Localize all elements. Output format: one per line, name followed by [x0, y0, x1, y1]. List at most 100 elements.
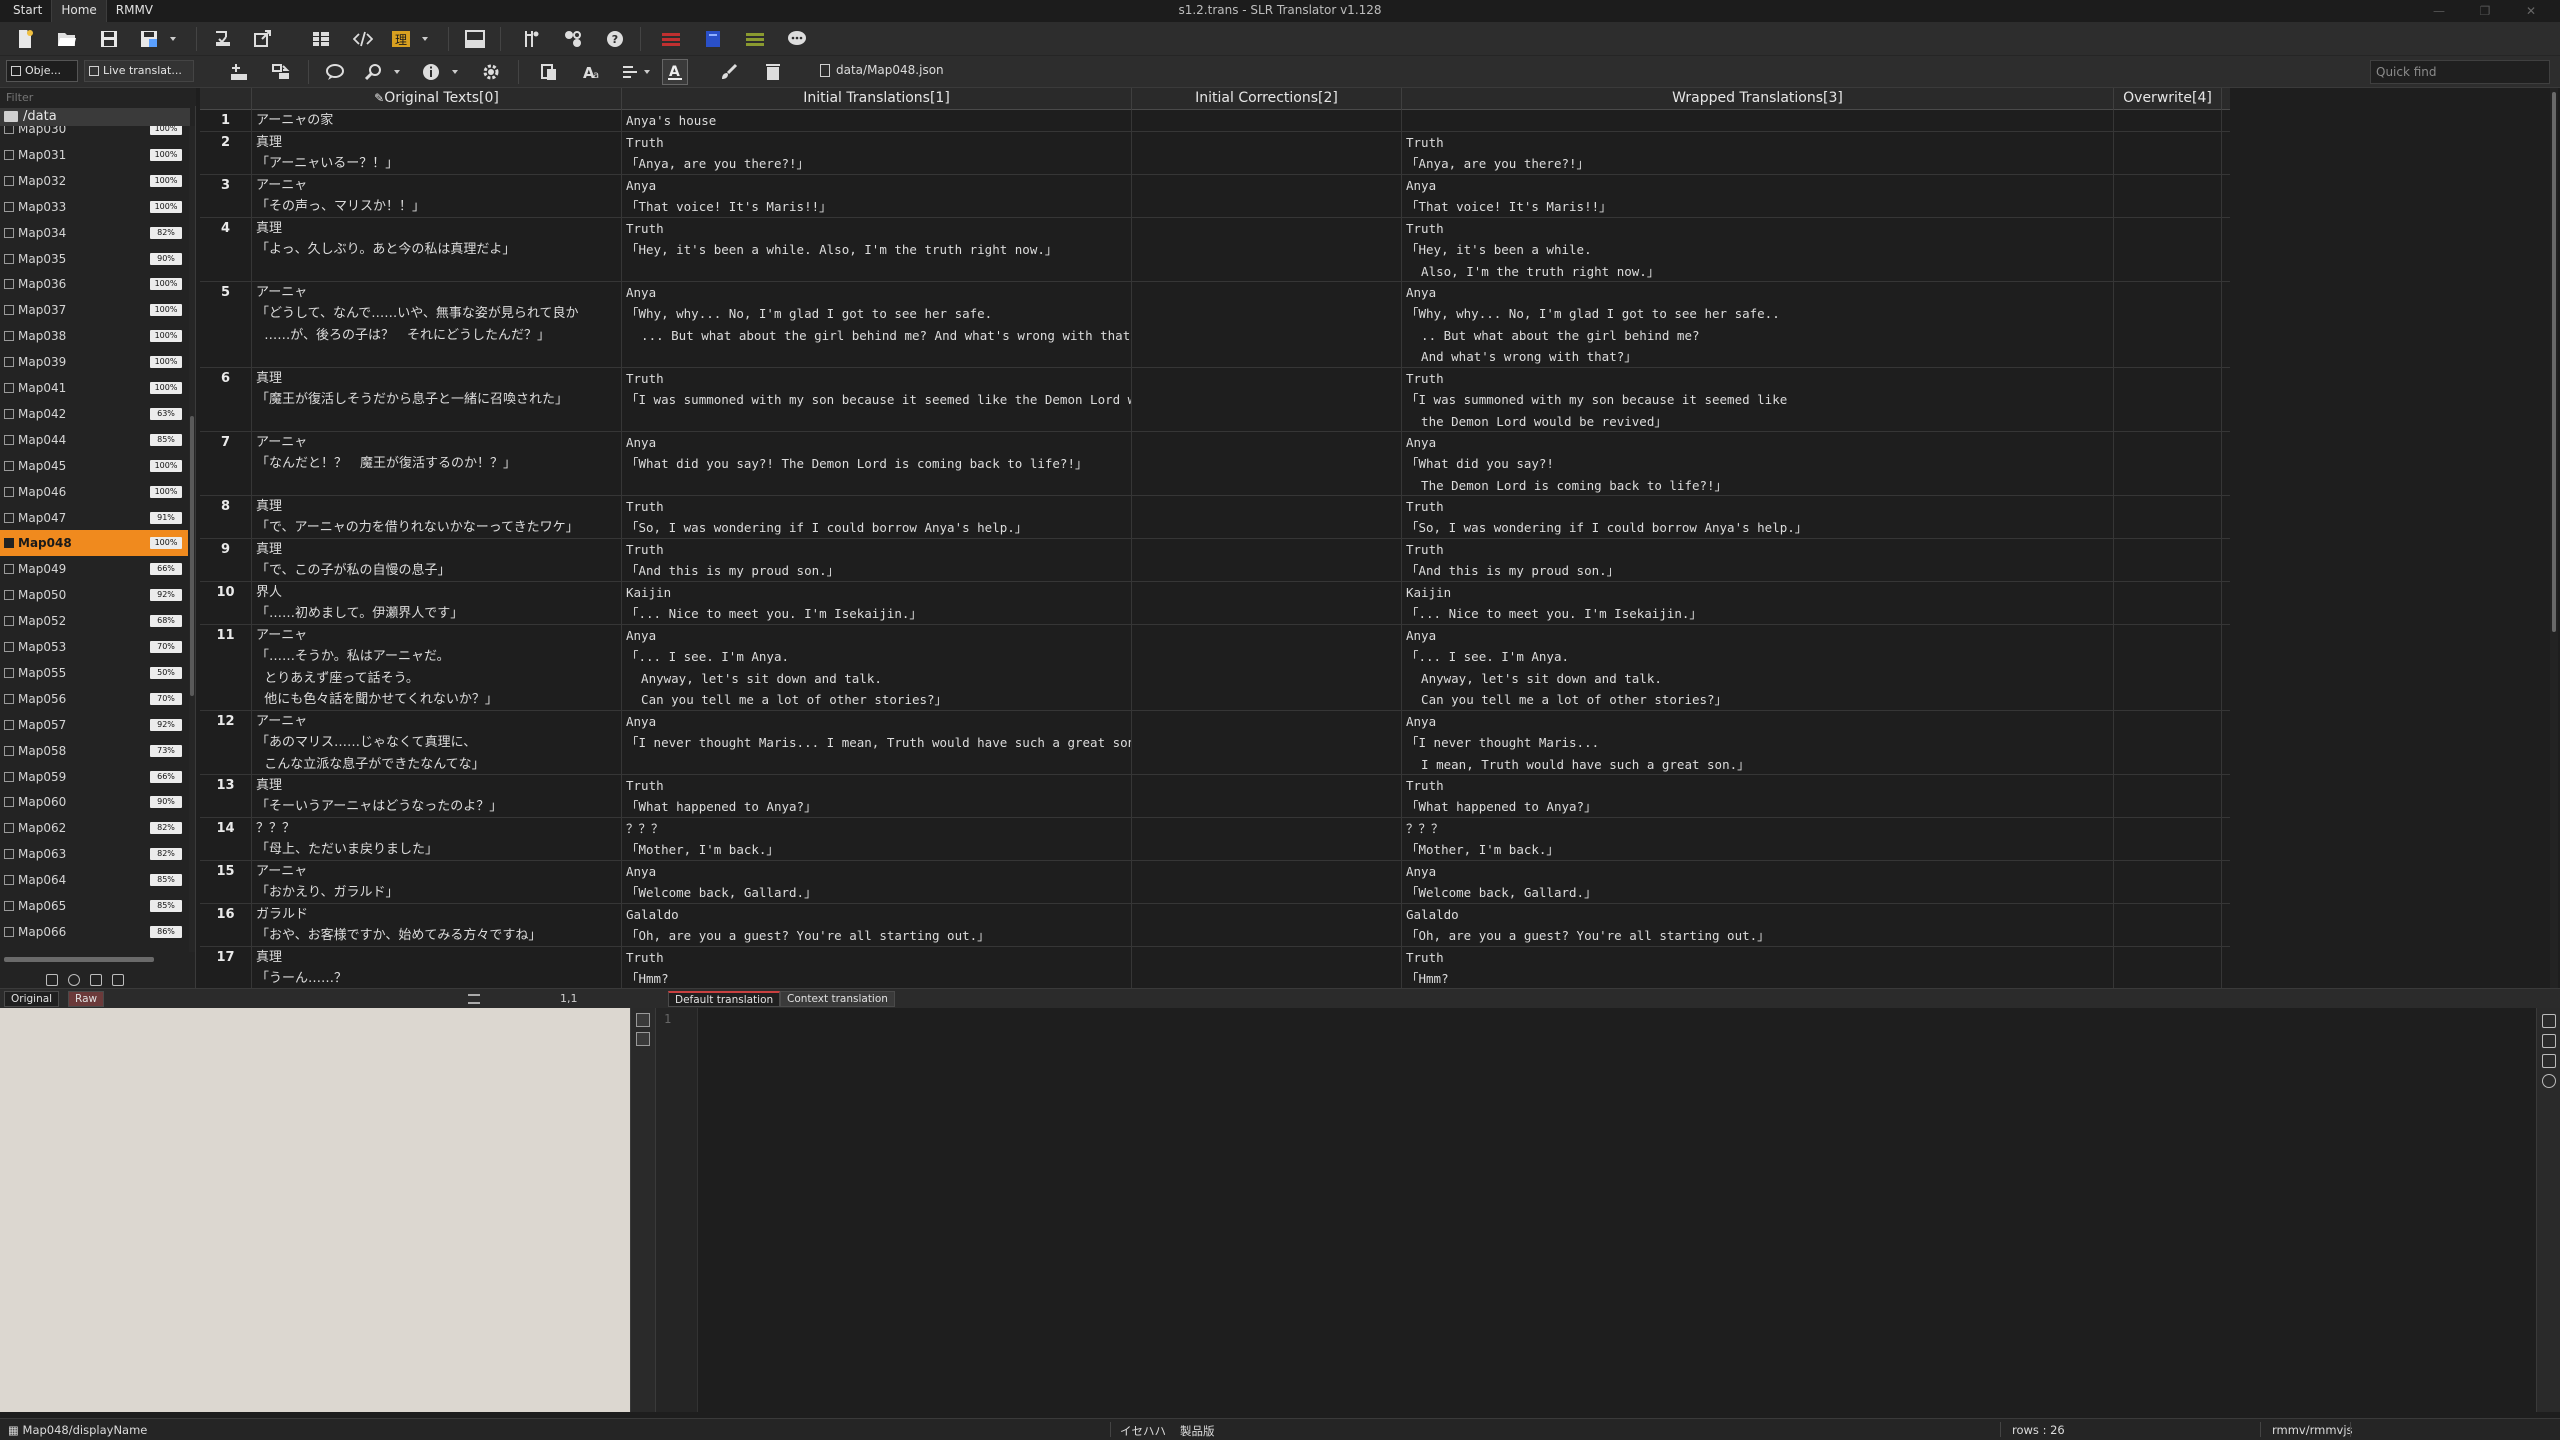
cell-wrapped-translation[interactable]: Truth 「Hey, it's been a while. Also, I'm… [1402, 218, 2114, 281]
cell-wrapped-translation[interactable]: Anya 「What did you say?! The Demon Lord … [1402, 432, 2114, 495]
save-icon[interactable] [96, 26, 122, 52]
map-checkbox[interactable] [4, 253, 14, 264]
translator-engine-icon[interactable]: 理 [388, 26, 414, 52]
left-panel-scrollbar[interactable] [189, 126, 195, 952]
cell-wrapped-translation[interactable]: Anya 「I never thought Maris... I mean, T… [1402, 711, 2114, 774]
tab-default-translation[interactable]: Default translation [668, 991, 781, 1007]
map-checkbox[interactable] [4, 616, 14, 627]
speech-bubble-icon[interactable] [322, 59, 348, 85]
cell-overwrite[interactable] [2114, 368, 2222, 431]
row-number[interactable]: 16 [200, 904, 252, 946]
cell-initial-correction[interactable] [1132, 539, 1402, 581]
map-checkbox[interactable] [4, 331, 14, 342]
cell-overwrite[interactable] [2114, 132, 2222, 174]
cell-original[interactable]: 界人 「……初めまして。伊瀬界人です」 [252, 582, 622, 624]
map-list-item[interactable]: Map049 66% [0, 556, 188, 582]
filter-input[interactable] [0, 88, 196, 106]
row-number[interactable]: 8 [200, 496, 252, 538]
cell-wrapped-translation[interactable]: Anya 「... I see. I'm Anya. Anyway, let's… [1402, 625, 2114, 710]
row-number[interactable]: 3 [200, 175, 252, 217]
maximize-button[interactable]: ❐ [2462, 2, 2508, 20]
cell-wrapped-translation[interactable]: Galaldo 「Oh, are you a guest? You're all… [1402, 904, 2114, 946]
map-checkbox[interactable] [4, 797, 14, 808]
cell-wrapped-translation[interactable]: Truth 「What happened to Anya?」 [1402, 775, 2114, 817]
map-checkbox[interactable] [4, 305, 14, 316]
table-row[interactable]: 13 真理 「そーいうアーニャはどうなったのよ？」 Truth 「What happ… [200, 775, 2230, 818]
map-list-item[interactable]: Map063 82% [0, 841, 188, 867]
map-list-item[interactable]: Map056 70% [0, 686, 188, 712]
cell-initial-translation[interactable]: Anya 「I never thought Maris... I mean, T… [622, 711, 1132, 774]
table-row[interactable]: 4 真理 「よっ、久しぶり。あと今の私は真理だよ」 Truth 「Hey, it's… [200, 218, 2230, 282]
map-checkbox[interactable] [4, 823, 14, 834]
map-checkbox[interactable] [4, 875, 14, 886]
cell-initial-translation[interactable]: Truth 「Hmm? [622, 947, 1132, 988]
minimize-button[interactable]: — [2416, 2, 2462, 20]
table-row[interactable]: 17 真理 「うーん……？ Truth 「Hmm? Truth 「Hmm? [200, 947, 2230, 988]
color-tag-red-icon[interactable] [658, 26, 684, 52]
map-list-item[interactable]: Map055 50% [0, 660, 188, 686]
info-icon[interactable] [418, 59, 444, 85]
trash-icon[interactable] [760, 59, 786, 85]
cell-wrapped-translation[interactable]: Truth 「Anya, are you there?!」 [1402, 132, 2114, 174]
table-row[interactable]: 2 真理 「アーニャいるー？！」 Truth 「Anya, are you ther… [200, 132, 2230, 175]
contrast-icon[interactable] [68, 974, 80, 986]
row-number[interactable]: 10 [200, 582, 252, 624]
add-row-icon[interactable] [226, 59, 252, 85]
table-row[interactable]: 5 アーニャ 「どうして、なんで……いや、無事な姿が見られて良か ……が、後ろの子… [200, 282, 2230, 368]
left-panel-hscrollbar[interactable] [4, 957, 154, 962]
map-checkbox[interactable] [4, 590, 14, 601]
map-list-item[interactable]: Map030 100% [0, 126, 188, 142]
gear-icon[interactable] [2541, 1074, 2556, 1088]
grid-scrollbar[interactable] [2550, 88, 2558, 988]
wrap-dropdown-caret-icon[interactable] [644, 70, 650, 74]
cell-original[interactable]: ？？？ 「母上、ただいま戻りました」 [252, 818, 622, 860]
cell-original[interactable]: アーニャの家 [252, 110, 622, 131]
color-tag-green-icon[interactable] [742, 26, 768, 52]
map-checkbox[interactable] [4, 149, 14, 160]
cell-initial-correction[interactable] [1132, 496, 1402, 538]
table-row[interactable]: 12 アーニャ 「あのマリス……じゃなくて真理に、 こんな立派な息子ができたなんて… [200, 711, 2230, 775]
cell-original[interactable]: アーニャ 「その声っ、マリスか！！」 [252, 175, 622, 217]
map-list-item[interactable]: Map064 85% [0, 867, 188, 893]
cell-initial-translation[interactable]: Truth 「And this is my proud son.」 [622, 539, 1132, 581]
cell-original[interactable]: 真理 「アーニャいるー？！」 [252, 132, 622, 174]
cell-overwrite[interactable] [2114, 582, 2222, 624]
map-checkbox[interactable] [4, 642, 14, 652]
cell-initial-correction[interactable] [1132, 282, 1402, 367]
cell-initial-correction[interactable] [1132, 432, 1402, 495]
cell-original[interactable]: アーニャ 「おかえり、ガラルド」 [252, 861, 622, 903]
cell-original[interactable]: 真理 「よっ、久しぶり。あと今の私は真理だよ」 [252, 218, 622, 281]
map-list-item[interactable]: Map062 82% [0, 815, 188, 841]
map-checkbox[interactable] [4, 408, 14, 419]
map-list-item[interactable]: Map045 100% [0, 453, 188, 479]
cell-initial-correction[interactable] [1132, 218, 1402, 281]
map-checkbox[interactable] [4, 175, 14, 186]
cell-original[interactable]: ガラルド 「おや、お客様ですか、始めてみる方々ですね」 [252, 904, 622, 946]
row-number[interactable]: 7 [200, 432, 252, 495]
header-wrapped-translations[interactable]: Wrapped Translations[3] [1402, 88, 2114, 110]
tab-objects[interactable]: Obje... [6, 60, 78, 82]
map-list-item[interactable]: Map044 85% [0, 427, 188, 453]
row-number[interactable]: 17 [200, 947, 252, 988]
cell-overwrite[interactable] [2114, 818, 2222, 860]
map-checkbox[interactable] [4, 279, 14, 290]
cell-wrapped-translation[interactable]: Truth 「So, I was wondering if I could bo… [1402, 496, 2114, 538]
export-icon[interactable] [250, 26, 276, 52]
map-list-item[interactable]: Map037 100% [0, 297, 188, 323]
list-icon[interactable] [468, 994, 480, 1004]
cell-overwrite[interactable] [2114, 861, 2222, 903]
table-row[interactable]: 10 界人 「……初めまして。伊瀬界人です」 Kaijin 「... Nice to… [200, 582, 2230, 625]
speaker-icon[interactable] [636, 1013, 650, 1027]
map-list-item[interactable]: Map038 100% [0, 323, 188, 349]
map-list-item[interactable]: Map066 86% [0, 919, 188, 945]
table-row[interactable]: 6 真理 「魔王が復活しそうだから息子と一緒に召喚された」 Truth 「I was… [200, 368, 2230, 432]
map-checkbox[interactable] [4, 849, 14, 860]
list-view-icon[interactable] [308, 26, 334, 52]
map-list-item[interactable]: Map058 73% [0, 738, 188, 764]
map-list-item[interactable]: Map047 91% [0, 505, 188, 531]
row-number[interactable]: 11 [200, 625, 252, 710]
tab-raw[interactable]: Raw [68, 991, 105, 1007]
search-icon[interactable] [360, 59, 386, 85]
map-list-item[interactable]: Map034 82% [0, 220, 188, 246]
cell-initial-translation[interactable]: Truth 「I was summoned with my son becaus… [622, 368, 1132, 431]
